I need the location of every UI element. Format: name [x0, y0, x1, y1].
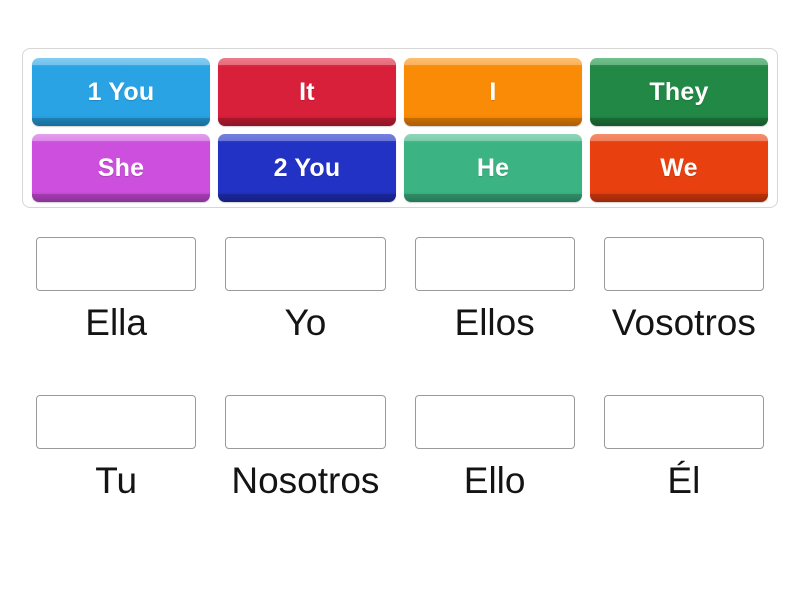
- drop-zone-el[interactable]: [603, 394, 764, 449]
- answer-cell-nosotros: Nosotros: [225, 394, 386, 501]
- answer-grid: Ella Yo Ellos Vosotros Tu Nosotros Ello: [36, 237, 764, 501]
- tile-label: We: [660, 153, 698, 182]
- drop-zone-ellos[interactable]: [414, 237, 575, 291]
- draggable-tile-they[interactable]: They: [590, 58, 768, 126]
- draggable-tile-it[interactable]: It: [218, 58, 396, 126]
- tile-label: She: [97, 153, 145, 182]
- tile-label: They: [649, 77, 709, 106]
- answer-cell-yo: Yo: [225, 237, 386, 343]
- answer-label: Ella: [85, 302, 147, 343]
- drop-zone-vosotros[interactable]: [603, 237, 764, 291]
- answer-row: Ella Yo Ellos Vosotros: [36, 237, 764, 343]
- answer-label: Él: [667, 459, 701, 501]
- answer-label: Nosotros: [231, 459, 380, 501]
- tile-row: 1 You It I They: [32, 58, 768, 126]
- tile-label: 1 You: [87, 77, 155, 106]
- tile-row: She 2 You He We: [32, 134, 768, 202]
- answer-cell-ellos: Ellos: [414, 237, 575, 343]
- tile-label: 2 You: [273, 153, 341, 182]
- draggable-tile-we[interactable]: We: [590, 134, 768, 202]
- answer-label: Ellos: [454, 302, 535, 343]
- answer-cell-el: Él: [603, 394, 764, 501]
- answer-cell-ello: Ello: [414, 394, 575, 501]
- answer-label: Vosotros: [611, 302, 756, 343]
- draggable-tile-1-you[interactable]: 1 You: [32, 58, 210, 126]
- drop-zone-yo[interactable]: [225, 237, 386, 291]
- drop-zone-ella[interactable]: [36, 237, 197, 291]
- draggable-tile-2-you[interactable]: 2 You: [218, 134, 396, 202]
- draggable-tile-i[interactable]: I: [404, 58, 582, 126]
- tile-label: He: [476, 153, 510, 182]
- drop-zone-ello[interactable]: [414, 394, 575, 449]
- answer-row: Tu Nosotros Ello Él: [36, 394, 764, 501]
- drop-zone-tu[interactable]: [36, 394, 197, 449]
- tile-label: I: [489, 77, 497, 106]
- answer-cell-tu: Tu: [36, 394, 197, 501]
- answer-cell-ella: Ella: [36, 237, 197, 343]
- answer-label: Ello: [463, 459, 526, 501]
- answer-label: Yo: [284, 302, 327, 343]
- tile-label: It: [299, 77, 315, 106]
- tile-tray: 1 You It I They She 2 You He We: [22, 48, 778, 208]
- answer-label: Tu: [95, 459, 138, 501]
- drop-zone-nosotros[interactable]: [225, 394, 386, 449]
- answer-cell-vosotros: Vosotros: [603, 237, 764, 343]
- draggable-tile-she[interactable]: She: [32, 134, 210, 202]
- draggable-tile-he[interactable]: He: [404, 134, 582, 202]
